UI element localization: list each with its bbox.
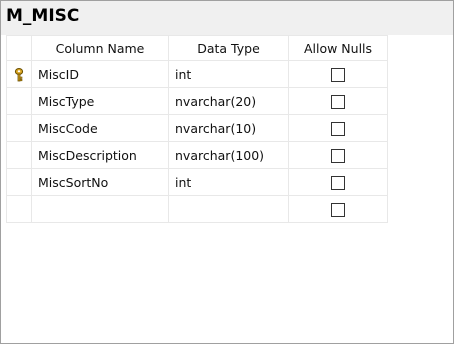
key-icon [14, 67, 24, 82]
table-row[interactable]: MiscCode nvarchar(10) [6, 114, 388, 142]
allow-nulls-cell [288, 114, 388, 142]
data-type-cell[interactable]: int [168, 60, 289, 88]
column-name-cell[interactable]: MiscCode [31, 114, 169, 142]
column-name-header: Column Name [31, 35, 169, 61]
table-row[interactable]: MiscID int [6, 60, 388, 88]
allow-nulls-cell [288, 87, 388, 115]
title-bar: M_MISC [1, 1, 453, 35]
allow-nulls-checkbox[interactable] [331, 148, 345, 163]
row-selector[interactable] [6, 141, 32, 169]
column-grid: Column Name Data Type Allow Nulls MiscID [6, 35, 388, 223]
row-selector[interactable] [6, 195, 32, 223]
allow-nulls-checkbox[interactable] [331, 94, 345, 109]
data-type-cell[interactable]: nvarchar(100) [168, 141, 289, 169]
allow-nulls-cell [288, 60, 388, 88]
data-type-cell[interactable] [168, 195, 289, 223]
column-name-cell[interactable]: MiscDescription [31, 141, 169, 169]
header-row: Column Name Data Type Allow Nulls [6, 35, 388, 61]
data-type-cell[interactable]: nvarchar(20) [168, 87, 289, 115]
row-selector[interactable] [6, 87, 32, 115]
row-selector-header [6, 35, 32, 61]
row-selector[interactable] [6, 114, 32, 142]
table-row[interactable]: MiscType nvarchar(20) [6, 87, 388, 115]
row-selector[interactable] [6, 168, 32, 196]
allow-nulls-cell [288, 195, 388, 223]
column-name-cell[interactable]: MiscSortNo [31, 168, 169, 196]
allow-nulls-cell [288, 168, 388, 196]
new-column-row[interactable] [6, 195, 388, 223]
table-row[interactable]: MiscSortNo int [6, 168, 388, 196]
allow-nulls-checkbox[interactable] [331, 175, 345, 190]
table-row[interactable]: MiscDescription nvarchar(100) [6, 141, 388, 169]
allow-nulls-checkbox[interactable] [331, 67, 345, 82]
data-type-header: Data Type [168, 35, 289, 61]
table-designer-panel: M_MISC Column Name Data Type Allow Nulls [0, 0, 454, 344]
allow-nulls-checkbox[interactable] [331, 121, 345, 136]
data-type-cell[interactable]: nvarchar(10) [168, 114, 289, 142]
row-selector[interactable] [6, 60, 32, 88]
column-name-cell[interactable] [31, 195, 169, 223]
allow-nulls-cell [288, 141, 388, 169]
column-name-cell[interactable]: MiscType [31, 87, 169, 115]
allow-nulls-checkbox[interactable] [331, 202, 345, 217]
data-type-cell[interactable]: int [168, 168, 289, 196]
allow-nulls-header: Allow Nulls [288, 35, 388, 61]
column-name-cell[interactable]: MiscID [31, 60, 169, 88]
table-title: M_MISC [6, 6, 80, 26]
